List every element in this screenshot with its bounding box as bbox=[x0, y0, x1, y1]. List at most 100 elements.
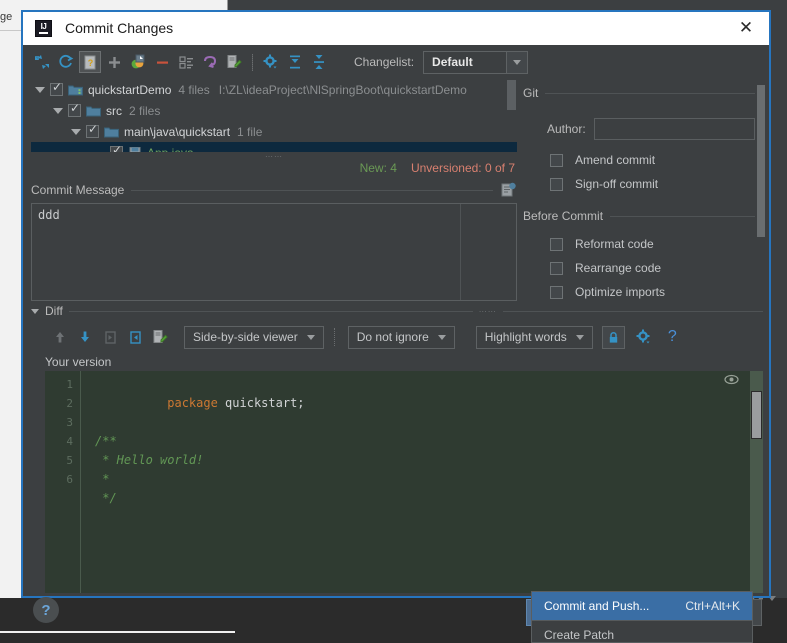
message-history-icon[interactable] bbox=[500, 182, 517, 199]
author-field[interactable] bbox=[593, 118, 755, 140]
divider bbox=[545, 92, 755, 94]
tree-item-meta: 1 file bbox=[237, 124, 263, 139]
expand-all-icon[interactable] bbox=[284, 51, 306, 73]
code-line: * Hello world! bbox=[95, 451, 763, 470]
edit-source-icon[interactable] bbox=[149, 326, 171, 348]
file-counts: New: 4 Unversioned: 0 of 7 bbox=[31, 161, 517, 175]
unversioned-files-count: Unversioned: 0 of 7 bbox=[410, 161, 515, 176]
help-icon[interactable]: ? bbox=[668, 328, 677, 346]
changed-files-tree[interactable]: quickstartDemo 4 files I:\ZL\ideaProject… bbox=[31, 79, 517, 153]
line-number-gutter: 1 2 3 4 5 6 bbox=[45, 371, 81, 593]
diff-collapse-icon[interactable] bbox=[31, 308, 39, 314]
checkbox-label: Sign-off commit bbox=[575, 177, 659, 191]
toolbar-separator bbox=[252, 53, 253, 71]
row-checkbox[interactable] bbox=[68, 102, 81, 117]
gear-icon[interactable] bbox=[633, 326, 655, 348]
divider bbox=[502, 310, 763, 312]
row-checkbox[interactable] bbox=[550, 153, 563, 167]
settings-icon[interactable] bbox=[260, 51, 282, 73]
line-number: 5 bbox=[66, 454, 73, 467]
row-checkbox[interactable] bbox=[550, 177, 563, 191]
menu-item-label: Commit and Push... bbox=[544, 599, 650, 613]
before-commit-section: Before Commit Reformat code Rearrange co… bbox=[523, 208, 769, 301]
java-file-icon bbox=[129, 146, 141, 153]
folder-icon bbox=[104, 127, 119, 137]
row-checkbox[interactable] bbox=[550, 285, 563, 299]
row-checkbox[interactable] bbox=[50, 81, 63, 96]
show-diff-icon[interactable]: ? bbox=[79, 51, 101, 73]
row-checkbox[interactable] bbox=[86, 123, 99, 138]
git-section-title: Git bbox=[523, 86, 539, 100]
commit-message-text[interactable]: ddd bbox=[32, 204, 460, 300]
row-checkbox[interactable] bbox=[110, 144, 123, 153]
tree-twisty-icon[interactable] bbox=[71, 128, 81, 135]
previous-difference-icon[interactable] bbox=[49, 326, 71, 348]
apply-change-icon[interactable] bbox=[124, 326, 146, 348]
dialog-split: quickstartDemo 4 files I:\ZL\ideaProject… bbox=[23, 79, 769, 301]
checkbox-sign-off-commit[interactable]: Sign-off commit bbox=[550, 172, 755, 196]
table-row[interactable]: App.java bbox=[31, 142, 517, 153]
checkbox-reformat-code[interactable]: Reformat code bbox=[550, 232, 755, 256]
diff-section-title: Diff bbox=[45, 304, 63, 318]
row-checkbox[interactable] bbox=[550, 237, 563, 251]
table-row[interactable]: quickstartDemo 4 files I:\ZL\ideaProject… bbox=[31, 79, 517, 100]
changelist-dropdown[interactable]: Default bbox=[423, 50, 529, 74]
options-scrollbar[interactable] bbox=[757, 85, 765, 237]
divider bbox=[68, 310, 473, 312]
checkbox-amend-commit[interactable]: Amend commit bbox=[550, 148, 755, 172]
code-scrollbar-track[interactable] bbox=[750, 371, 763, 593]
code-line: package quickstart; bbox=[95, 375, 763, 432]
checkbox-label: Amend commit bbox=[575, 153, 656, 167]
code-scrollbar-thumb[interactable] bbox=[751, 391, 762, 439]
diff-resize-handle[interactable]: ⋯⋯ bbox=[479, 307, 497, 316]
edit-source-icon[interactable] bbox=[223, 51, 245, 73]
code-text[interactable]: package quickstart; /** * Hello world! *… bbox=[81, 371, 763, 593]
dialog-body: ? Changelist: Default ✓ quickstartDemo 4… bbox=[23, 45, 769, 635]
add-icon[interactable] bbox=[103, 51, 125, 73]
commit-message-input[interactable]: ddd bbox=[31, 203, 517, 301]
checkbox-rearrange-code[interactable]: Rearrange code bbox=[550, 256, 755, 280]
dialog-titlebar: IJ Commit Changes ✕ bbox=[23, 12, 769, 45]
eye-icon[interactable] bbox=[724, 374, 739, 385]
tree-twisty-icon[interactable] bbox=[53, 107, 63, 114]
tree-item-label: src bbox=[106, 103, 122, 118]
next-difference-icon[interactable] bbox=[74, 326, 96, 348]
help-button[interactable]: ? bbox=[33, 597, 59, 623]
refresh-icon[interactable] bbox=[55, 51, 77, 73]
chevron-down-icon[interactable] bbox=[506, 51, 528, 73]
close-icon[interactable]: ✕ bbox=[723, 12, 769, 44]
revert-change-icon[interactable] bbox=[99, 326, 121, 348]
viewer-mode-dropdown[interactable]: Side-by-side viewer bbox=[184, 325, 324, 349]
viewer-mode-value: Side-by-side viewer bbox=[193, 330, 298, 344]
diff-code-pane[interactable]: 1 2 3 4 5 6 package quickstart; /** * He… bbox=[45, 371, 763, 593]
author-label: Author: bbox=[547, 122, 586, 136]
menu-item-shortcut: Ctrl+Alt+K bbox=[685, 599, 740, 613]
delete-icon[interactable] bbox=[151, 51, 173, 73]
collapse-all-icon[interactable] bbox=[31, 51, 53, 73]
table-row[interactable]: main\java\quickstart 1 file bbox=[31, 121, 517, 142]
commit-toolbar: ? Changelist: Default bbox=[23, 45, 769, 79]
tree-resize-handle[interactable]: ⋯⋯ bbox=[31, 152, 517, 161]
tree-twisty-icon[interactable] bbox=[35, 86, 45, 93]
menu-item-commit-and-push[interactable]: Commit and Push... Ctrl+Alt+K bbox=[532, 592, 752, 620]
menu-item-create-patch[interactable]: Create Patch bbox=[532, 621, 752, 642]
highlight-mode-dropdown[interactable]: Highlight words bbox=[475, 325, 593, 349]
tree-item-label: App.java bbox=[147, 146, 194, 153]
checkbox-optimize-imports[interactable]: Optimize imports bbox=[550, 280, 755, 301]
chevron-down-icon bbox=[575, 334, 584, 340]
divider bbox=[131, 189, 493, 191]
revert-icon[interactable] bbox=[199, 51, 221, 73]
group-by-icon[interactable] bbox=[175, 51, 197, 73]
move-to-changelist-icon[interactable] bbox=[127, 51, 149, 73]
row-checkbox[interactable] bbox=[550, 261, 563, 275]
ignore-mode-dropdown[interactable]: Do not ignore bbox=[347, 325, 455, 349]
tree-scrollbar[interactable] bbox=[507, 80, 516, 110]
before-commit-header: Before Commit bbox=[523, 208, 755, 224]
lock-icon[interactable] bbox=[601, 325, 625, 349]
collapse-selection-icon[interactable] bbox=[308, 51, 330, 73]
highlight-mode-value: Highlight words bbox=[484, 330, 567, 344]
line-number: 6 bbox=[66, 473, 73, 486]
code-token: */ bbox=[95, 491, 117, 505]
diff-pane-title: Your version bbox=[45, 355, 112, 369]
table-row[interactable]: src 2 files bbox=[31, 100, 517, 121]
